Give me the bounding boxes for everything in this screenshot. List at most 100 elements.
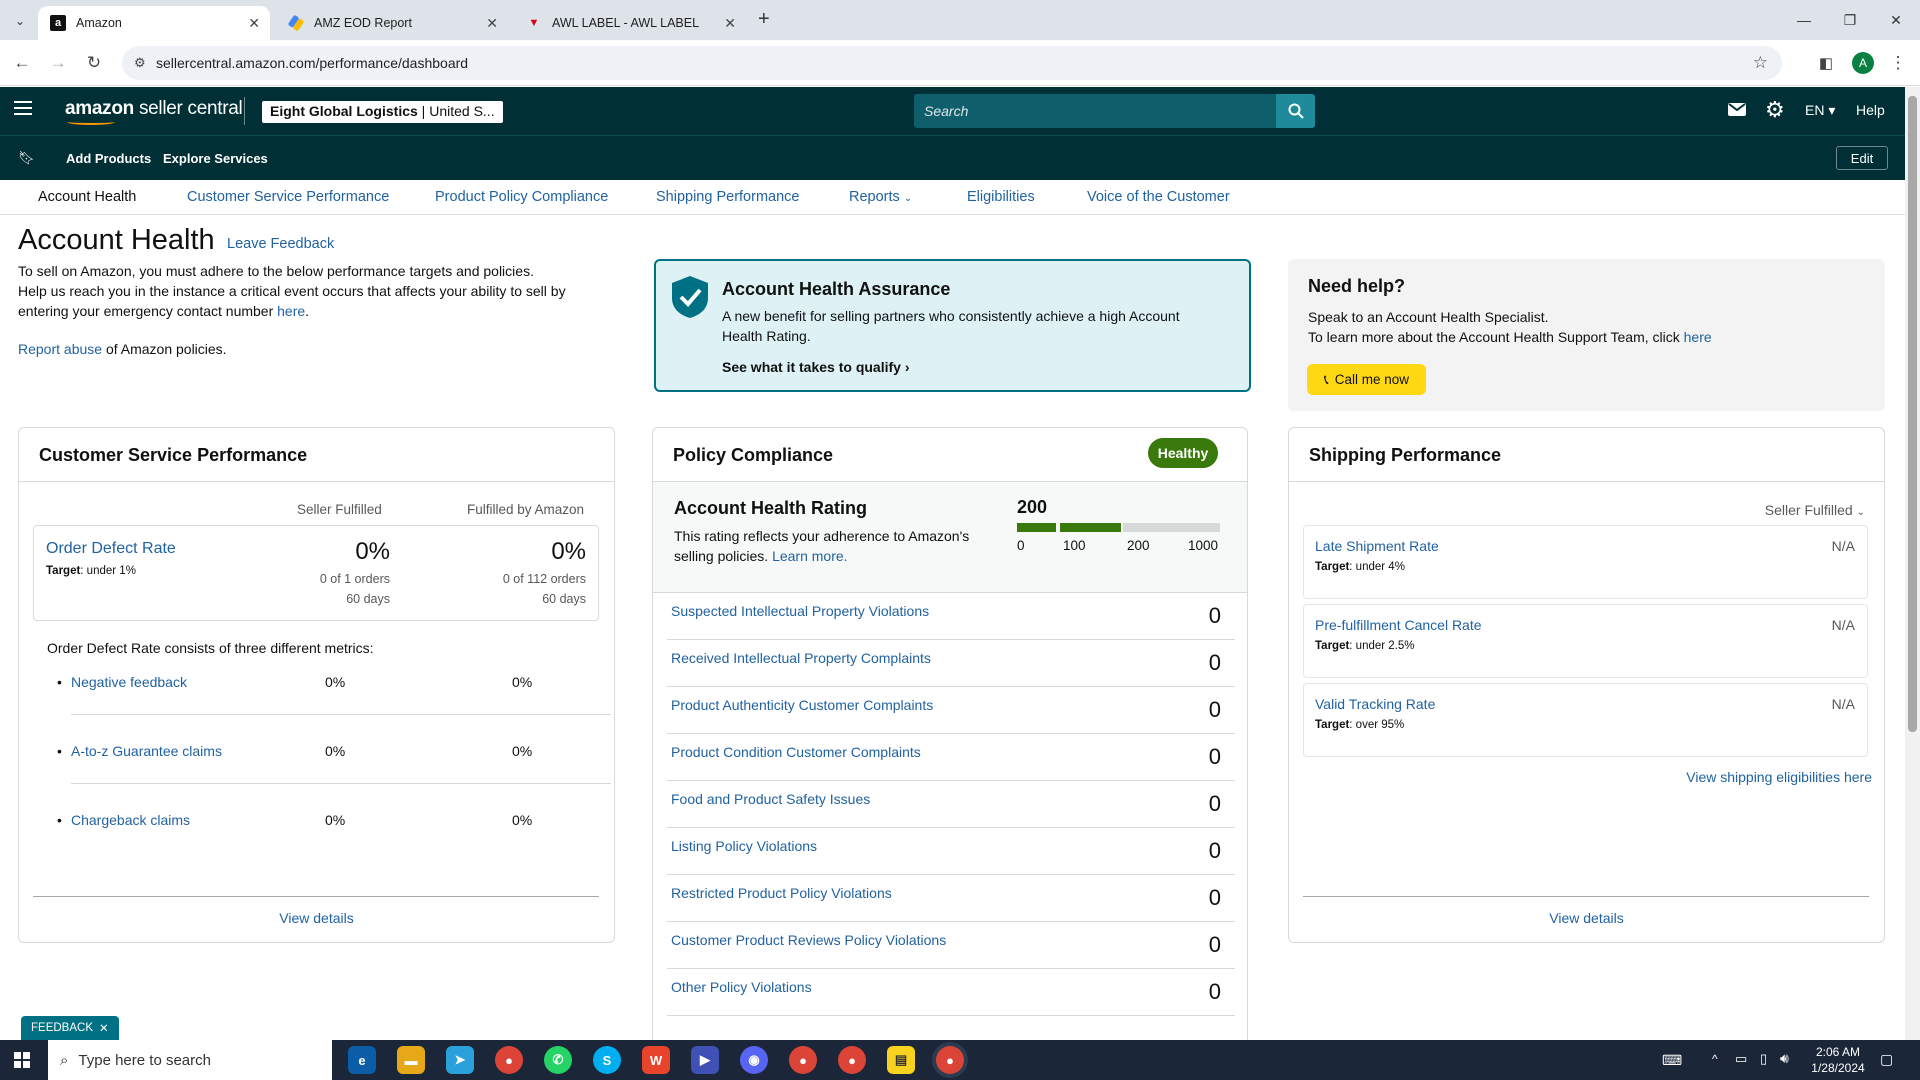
scrollbar-thumb[interactable] — [1908, 96, 1917, 732]
nav-shipping-performance[interactable]: Shipping Performance — [656, 189, 799, 205]
order-defect-rate-link[interactable]: Order Defect Rate — [46, 540, 176, 558]
policy-row-link[interactable]: Product Authenticity Customer Complaints — [671, 697, 933, 713]
chargeback-claims-link[interactable]: Chargeback claims — [71, 812, 190, 828]
negative-feedback-link[interactable]: Negative feedback — [71, 674, 187, 690]
policy-row-link[interactable]: Suspected Intellectual Property Violatio… — [671, 603, 929, 619]
add-products-link[interactable]: Add Products — [66, 151, 151, 166]
seller-central-logo[interactable]: amazon seller central — [65, 98, 243, 125]
new-tab-icon[interactable]: + — [758, 8, 770, 31]
nav-reports[interactable]: Reports ⌄ — [849, 189, 912, 205]
feedback-tab[interactable]: FEEDBACK ✕ — [21, 1016, 119, 1040]
nav-customer-service-performance[interactable]: Customer Service Performance — [187, 189, 389, 205]
policy-row-link[interactable]: Product Condition Customer Complaints — [671, 744, 921, 760]
support-team-link[interactable]: here — [1684, 329, 1712, 345]
tab-search-icon[interactable]: ⌄ — [10, 11, 30, 31]
file-explorer-icon[interactable]: ▬ — [397, 1046, 425, 1074]
chrome-icon[interactable]: ● — [495, 1046, 523, 1074]
tab-amz-eod-report[interactable]: AMZ EOD Report ✕ — [276, 6, 508, 40]
nav-voice-of-the-customer[interactable]: Voice of the Customer — [1087, 189, 1230, 205]
notifications-icon[interactable]: ▢ — [1880, 1051, 1893, 1068]
policy-row-link[interactable]: Listing Policy Violations — [671, 838, 817, 854]
bookmark-star-icon[interactable]: ☆ — [1753, 53, 1768, 73]
back-icon[interactable]: ← — [10, 51, 34, 75]
windows-start-icon[interactable] — [14, 1052, 30, 1068]
forward-icon[interactable]: → — [46, 51, 70, 75]
close-tab-icon[interactable]: ✕ — [248, 15, 260, 32]
mail-icon[interactable] — [1728, 103, 1746, 116]
side-panel-icon[interactable]: ◧ — [1814, 51, 1838, 75]
restore-icon[interactable]: ❐ — [1827, 0, 1873, 40]
tray-chevron-icon[interactable]: ^ — [1712, 1052, 1718, 1066]
close-tab-icon[interactable]: ✕ — [724, 15, 736, 32]
reload-icon[interactable]: ↻ — [82, 51, 106, 75]
close-tab-icon[interactable]: ✕ — [486, 15, 498, 32]
language-selector[interactable]: EN ▾ — [1805, 102, 1835, 119]
policy-row-link[interactable]: Restricted Product Policy Violations — [671, 885, 892, 901]
ahr-score: 200 — [1017, 497, 1048, 517]
policy-row-link[interactable]: Food and Product Safety Issues — [671, 791, 870, 807]
cancel-rate-link[interactable]: Pre-fulfillment Cancel Rate — [1315, 617, 1482, 633]
nav-product-policy-compliance[interactable]: Product Policy Compliance — [435, 189, 608, 205]
clock[interactable]: 2:06 AM 1/28/2024 — [1808, 1044, 1868, 1076]
network-icon[interactable]: ▭ — [1735, 1051, 1747, 1067]
a-to-z-claims-link[interactable]: A-to-z Guarantee claims — [71, 743, 222, 759]
minimize-icon[interactable]: — — [1781, 0, 1827, 40]
discord-icon[interactable]: ◉ — [740, 1046, 768, 1074]
metric-value: N/A — [1831, 538, 1855, 554]
late-shipment-link[interactable]: Late Shipment Rate — [1315, 538, 1439, 554]
tab-awl-label[interactable]: ▼ AWL LABEL - AWL LABEL ✕ — [514, 6, 746, 40]
sticky-notes-icon[interactable]: ▤ — [887, 1046, 915, 1074]
browser-menu-icon[interactable]: ⋮ — [1886, 51, 1910, 75]
edit-button[interactable]: Edit — [1836, 146, 1888, 170]
skype-icon[interactable]: S — [593, 1046, 621, 1074]
policy-row: Food and Product Safety Issues 0 — [667, 781, 1235, 828]
valid-tracking-link[interactable]: Valid Tracking Rate — [1315, 696, 1435, 712]
url-field[interactable]: ⚙ sellercentral.amazon.com/performance/d… — [122, 46, 1782, 80]
settings-gear-icon[interactable]: ⚙ — [1765, 97, 1785, 123]
nav-eligibilities[interactable]: Eligibilities — [967, 189, 1035, 205]
tab-amazon[interactable]: a Amazon ✕ — [38, 6, 270, 40]
report-abuse-link[interactable]: Report abuse — [18, 341, 102, 357]
chrome-active-icon[interactable]: ● — [936, 1046, 964, 1074]
edge-icon[interactable]: e — [348, 1046, 376, 1074]
ahr-title: Account Health Rating — [674, 498, 868, 518]
media-player-icon[interactable]: ▶ — [691, 1046, 719, 1074]
site-info-icon[interactable]: ⚙ — [134, 55, 146, 71]
chrome-profile-icon[interactable]: ● — [838, 1046, 866, 1074]
seller-fulfilled-dropdown[interactable]: Seller Fulfilled ⌄ — [1765, 502, 1865, 518]
profile-avatar[interactable]: A — [1852, 52, 1874, 74]
policy-row-link[interactable]: Received Intellectual Property Complaint… — [671, 650, 931, 666]
qualify-link[interactable]: See what it takes to qualify › — [722, 359, 910, 375]
wps-office-icon[interactable]: W — [642, 1046, 670, 1074]
battery-icon[interactable]: ▯ — [1760, 1051, 1767, 1067]
seller-central-header: amazon seller central Eight Global Logis… — [0, 87, 1905, 135]
shipping-view-details-link[interactable]: View details — [1289, 910, 1884, 926]
emergency-contact-link[interactable]: here — [277, 303, 305, 319]
leave-feedback-link[interactable]: Leave Feedback — [227, 236, 334, 252]
call-me-now-button[interactable]: 📞︎ Call me now — [1307, 364, 1426, 395]
shipping-eligibilities-link[interactable]: View shipping eligibilities here — [1686, 769, 1872, 785]
whatsapp-icon[interactable]: ✆ — [544, 1046, 572, 1074]
close-window-icon[interactable]: ✕ — [1873, 0, 1919, 40]
policy-row-link[interactable]: Other Policy Violations — [671, 979, 812, 995]
keyboard-icon[interactable]: ⌨ — [1662, 1052, 1682, 1069]
volume-icon[interactable]: 🔊︎ — [1780, 1050, 1789, 1067]
telegram-icon[interactable]: ➤ — [446, 1046, 474, 1074]
csp-view-details-link[interactable]: View details — [19, 910, 614, 926]
nav-account-health[interactable]: Account Health — [38, 189, 136, 205]
metric-row: • Chargeback claims 0% 0% — [57, 812, 533, 828]
metric-fba-value: 0% — [512, 812, 533, 828]
help-link[interactable]: Help — [1856, 102, 1885, 118]
odr-seller-fulfilled: 0% — [355, 538, 390, 565]
search-button[interactable] — [1276, 94, 1315, 128]
chrome-profile-icon[interactable]: ● — [789, 1046, 817, 1074]
bookmark-icon[interactable]: 🔖︎ — [18, 150, 35, 166]
explore-services-link[interactable]: Explore Services — [163, 151, 268, 166]
search-input[interactable]: Search — [914, 94, 1276, 128]
learn-more-link[interactable]: Learn more. — [772, 548, 847, 564]
policy-row-link[interactable]: Customer Product Reviews Policy Violatio… — [671, 932, 946, 948]
account-switcher[interactable]: Eight Global Logistics | United S... — [262, 101, 503, 123]
taskbar-search-input[interactable]: ⌕ Type here to search — [48, 1040, 332, 1080]
policy-title: Policy Compliance — [673, 445, 834, 465]
hamburger-menu-icon[interactable] — [14, 101, 32, 115]
